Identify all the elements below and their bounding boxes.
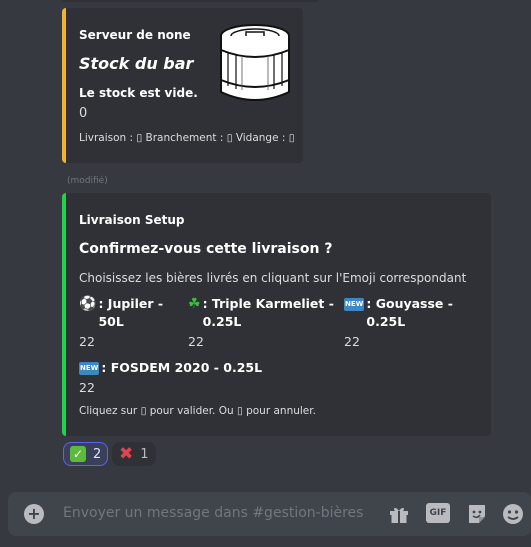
embed-description: Choisissez les bières livrés en cliquant…	[79, 271, 467, 285]
field-jupiler: ⚽: Jupiler - 50L 22	[79, 295, 189, 349]
field-name: : FOSDEM 2020 - 0.25L	[101, 360, 263, 375]
new-badge-icon: NEW	[79, 362, 100, 375]
four-leaf-clover-icon: ☘	[188, 296, 201, 312]
delivery-embed: Livraison Setup Confirmez-vous cette liv…	[62, 193, 491, 436]
field-name: : Triple Karmeliet - 0.25L	[202, 296, 334, 329]
stock-value: 0	[79, 106, 88, 121]
add-attachment-icon[interactable]: +	[24, 504, 44, 524]
reaction-count: 1	[140, 446, 149, 462]
reaction-check[interactable]: ✓ 2	[63, 442, 109, 466]
message-input[interactable]: Envoyer un message dans #gestion-bières	[63, 505, 363, 521]
new-badge-icon: NEW	[344, 298, 365, 311]
field-triple-karmeliet: ☘: Triple Karmeliet - 0.25L 22	[188, 295, 338, 349]
emoji-icon[interactable]	[501, 502, 525, 526]
field-value: 22	[79, 380, 95, 395]
embed-footer: Livraison : ▯ Branchement : ▯ Vidange : …	[79, 132, 295, 144]
cross-mark-icon: ✖	[119, 444, 134, 464]
sticker-icon[interactable]	[465, 502, 489, 526]
soccer-ball-icon: ⚽	[79, 296, 97, 312]
check-mark-icon: ✓	[70, 446, 86, 462]
embed-author: Livraison Setup	[79, 213, 185, 227]
edited-label: (modifié)	[67, 176, 108, 186]
previous-embed-edge	[62, 0, 318, 2]
embed-author: Serveur de none	[79, 28, 191, 42]
field-gouyasse: NEW: Gouyasse - 0.25L 22	[344, 295, 494, 349]
field-value: 22	[79, 334, 95, 349]
stock-embed: Serveur de none Stock du bar Le stock es…	[62, 8, 303, 163]
field-name: : Gouyasse - 0.25L	[366, 296, 453, 329]
field-fosdem: NEW: FOSDEM 2020 - 0.25L 22	[79, 359, 329, 395]
field-name: : Jupiler - 50L	[98, 296, 164, 329]
embed-footer: Cliquez sur ▯ pour valider. Ou ▯ pour an…	[79, 405, 316, 417]
field-value: 22	[344, 334, 360, 349]
reaction-cross[interactable]: ✖ 1	[112, 442, 156, 466]
field-value: 22	[188, 334, 204, 349]
embed-title: Confirmez-vous cette livraison ?	[79, 241, 333, 257]
gif-icon[interactable]: GIF	[426, 503, 450, 523]
embed-description: Le stock est vide.	[79, 86, 198, 100]
embed-title: Stock du bar	[79, 54, 194, 73]
beer-keg-image[interactable]	[218, 22, 292, 104]
gift-icon[interactable]	[387, 502, 411, 526]
reaction-count: 2	[93, 446, 102, 462]
message-composer: + Envoyer un message dans #gestion-bière…	[8, 492, 531, 536]
